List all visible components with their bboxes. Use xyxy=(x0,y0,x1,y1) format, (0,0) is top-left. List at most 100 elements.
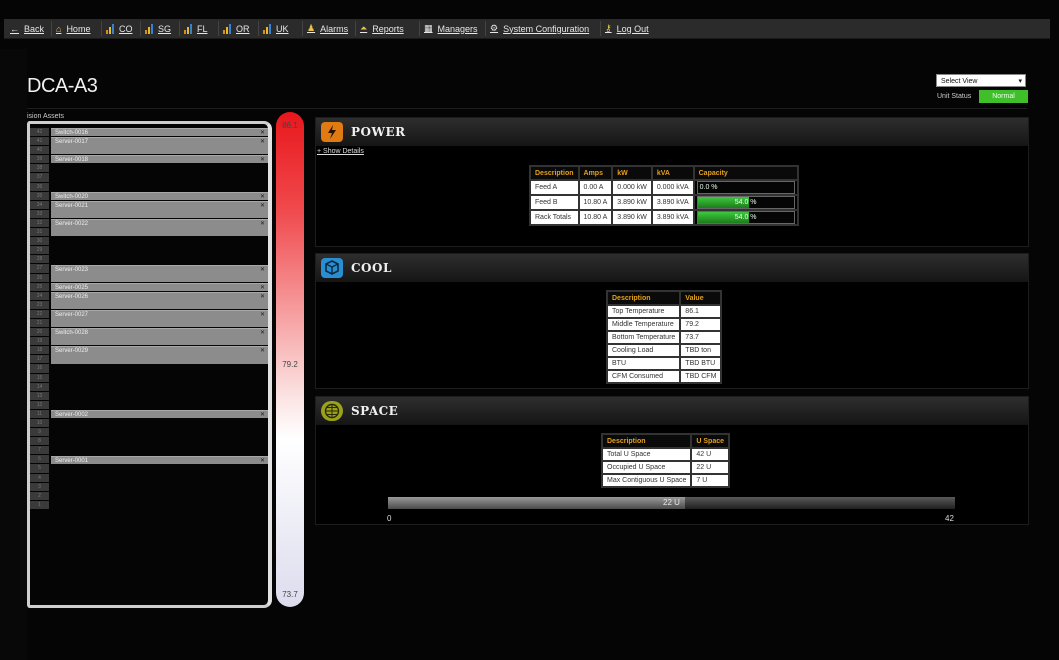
power-panel: POWER + Show Details Description Amps kW kV… xyxy=(315,117,1029,247)
nav-reports[interactable]: ⏶ Reports xyxy=(360,19,404,38)
key-icon: ⚷ xyxy=(605,23,612,33)
column-header: kVA xyxy=(652,167,693,179)
nav-uk[interactable]: UK xyxy=(263,19,289,38)
rack-slot: 22 xyxy=(30,309,49,318)
table-cell: TBD ton xyxy=(681,345,721,356)
close-icon[interactable]: ✕ xyxy=(260,293,265,301)
rack-asset[interactable]: Server-0002 ✕ xyxy=(51,410,268,419)
header-divider xyxy=(27,108,1027,109)
table-cell: 7 U xyxy=(692,475,729,486)
nav-managers[interactable]: ▦ Managers xyxy=(424,19,478,38)
nav-back[interactable]: ← Back xyxy=(10,19,44,38)
close-icon[interactable]: ✕ xyxy=(260,457,265,465)
rack-asset[interactable]: Server-0001 ✕ xyxy=(51,455,268,465)
rack-slot: 16 xyxy=(30,364,49,373)
chevron-down-icon: ▾ xyxy=(1018,78,1022,85)
rack-asset[interactable]: Server-0017 ✕ xyxy=(51,137,268,155)
bar-chart-icon xyxy=(145,23,153,34)
space-panel-header: SPACE xyxy=(316,397,1028,425)
nav-system-configuration[interactable]: ⚙ System Configuration xyxy=(490,19,589,38)
rack-asset[interactable]: Server-0018 ✕ xyxy=(51,155,268,164)
rack-asset[interactable]: Server-0029 ✕ xyxy=(51,346,268,364)
rack-elevation: 42 41 40 39 38 37 36 35 34 33 32 31 30 29 28 27 26 25 24 23… xyxy=(27,121,272,608)
rack-asset-label: Server-0023 xyxy=(55,266,89,273)
rack-asset[interactable]: Switch-0028 ✕ xyxy=(51,328,268,346)
temperature-bottom-label: 73.7 xyxy=(282,590,298,599)
nav-sg[interactable]: SG xyxy=(145,19,171,38)
table-row: Feed A 0.00 A 0.000 kW 0.000 kVA 0.0 % xyxy=(531,181,797,194)
rack-slot: 26 xyxy=(30,273,49,282)
close-icon[interactable]: ✕ xyxy=(260,202,265,210)
nav-log-out[interactable]: ⚷ Log Out xyxy=(605,19,649,38)
table-cell: TBD BTU xyxy=(681,358,721,369)
space-table-header: Description U Space xyxy=(603,435,729,447)
table-row: CFM Consumed TBD CFM xyxy=(608,371,721,382)
rack-asset[interactable]: Server-0023 ✕ xyxy=(51,264,268,282)
rack-slot: 2 xyxy=(30,491,49,500)
rack-asset-label: Server-0018 xyxy=(55,157,89,164)
show-details-link[interactable]: + Show Details xyxy=(317,148,364,155)
table-row: BTU TBD BTU xyxy=(608,358,721,369)
table-row: Max Contiguous U Space 7 U xyxy=(603,475,729,486)
close-icon[interactable]: ✕ xyxy=(260,329,265,337)
rack-slot: 1 xyxy=(30,500,49,509)
nav-home[interactable]: ⌂ Home xyxy=(56,19,90,38)
rack-asset-label: Server-0029 xyxy=(55,348,89,355)
space-globe-icon xyxy=(321,401,343,421)
nav-or[interactable]: OR xyxy=(223,19,250,38)
column-header: Value xyxy=(681,292,721,304)
nav-fl[interactable]: FL xyxy=(184,19,208,38)
rack-asset-label: Switch-0016 xyxy=(55,130,89,136)
rack-slot: 41 xyxy=(30,137,49,146)
cool-table: Description Value Top Temperature 86.1 Midd… xyxy=(606,290,723,384)
table-cell: 0.000 kVA xyxy=(652,181,693,194)
nav-separator xyxy=(218,21,219,36)
capacity-bar: 54.0 % xyxy=(696,196,795,209)
nav-separator xyxy=(419,21,420,36)
rack-asset[interactable]: Server-0025 ✕ xyxy=(51,282,268,292)
nav-separator xyxy=(101,21,102,36)
nav-co[interactable]: CO xyxy=(106,19,133,38)
close-icon[interactable]: ✕ xyxy=(260,284,265,292)
view-select-value: Select View xyxy=(941,78,978,85)
close-icon[interactable]: ✕ xyxy=(260,220,265,228)
rack-asset[interactable]: Server-0021 ✕ xyxy=(51,200,268,218)
cool-panel: COOL Description Value Top Temperature 86.… xyxy=(315,253,1029,389)
rack-asset[interactable]: Server-0022 ✕ xyxy=(51,219,268,237)
close-icon[interactable]: ✕ xyxy=(260,311,265,319)
rack-slot: 36 xyxy=(30,182,49,191)
bar-chart-icon xyxy=(106,23,114,34)
rack-asset[interactable]: Server-0026 ✕ xyxy=(51,291,268,309)
table-cell: Feed B xyxy=(531,196,578,209)
close-icon[interactable]: ✕ xyxy=(260,347,265,355)
table-cell: 3.890 kW xyxy=(613,196,651,209)
back-arrow-icon: ← xyxy=(10,23,19,34)
page-title: DCA-A3 xyxy=(27,75,98,97)
unit-status-label: Unit Status xyxy=(937,93,972,100)
nav-label: Reports xyxy=(372,23,404,34)
nav-separator xyxy=(600,21,601,36)
rack-asset[interactable]: Switch-0020 ✕ xyxy=(51,191,268,201)
close-icon[interactable]: ✕ xyxy=(260,193,265,201)
close-icon[interactable]: ✕ xyxy=(260,411,265,419)
close-icon[interactable]: ✕ xyxy=(260,156,265,164)
table-cell: Total U Space xyxy=(603,449,691,460)
close-icon[interactable]: ✕ xyxy=(260,266,265,274)
close-icon[interactable]: ✕ xyxy=(260,138,265,146)
space-table: Description U Space Total U Space 42 U Occu… xyxy=(601,433,731,488)
rack-asset[interactable]: Server-0027 ✕ xyxy=(51,310,268,328)
view-select-dropdown[interactable]: Select View ▾ xyxy=(936,74,1026,87)
close-icon[interactable]: ✕ xyxy=(260,129,265,137)
nav-separator xyxy=(485,21,486,36)
rack-slot: 6 xyxy=(30,455,49,464)
rack-asset[interactable]: Switch-0016 ✕ xyxy=(51,128,268,137)
space-usage-bar: 22 U xyxy=(388,497,955,509)
table-row: Top Temperature 86.1 xyxy=(608,306,721,317)
rack-slot: 39 xyxy=(30,155,49,164)
nav-separator xyxy=(51,21,52,36)
rack-slot: 24 xyxy=(30,291,49,300)
nav-alarms[interactable]: ♟ Alarms xyxy=(307,19,348,38)
table-cell: Occupied U Space xyxy=(603,462,691,473)
nav-separator xyxy=(258,21,259,36)
table-cell: 0.00 A xyxy=(579,181,612,194)
